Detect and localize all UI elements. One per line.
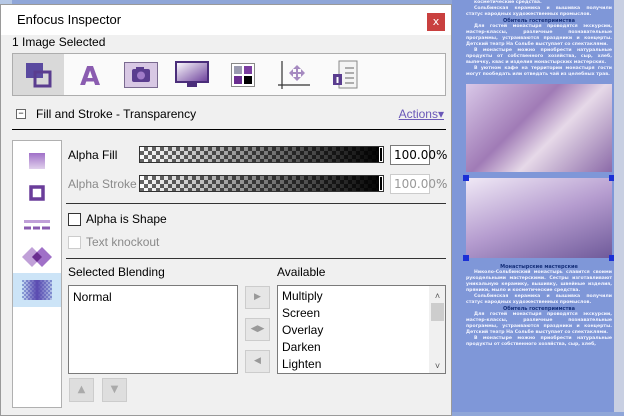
list-item[interactable]: Multiply — [278, 288, 445, 305]
info-tab[interactable] — [319, 54, 370, 95]
alpha-is-shape-checkbox[interactable] — [68, 213, 81, 226]
transparency-icon — [22, 280, 52, 300]
list-item[interactable]: Screen — [278, 305, 445, 322]
percent-unit: % — [436, 148, 448, 162]
list-item[interactable]: Overlay — [278, 322, 445, 339]
list-item[interactable]: Lighten — [278, 356, 445, 373]
slider-thumb[interactable] — [379, 176, 383, 191]
subcategory-list — [12, 140, 62, 408]
text-tab[interactable]: A — [64, 54, 115, 95]
stroke-icon — [29, 185, 45, 201]
fill-stroke-tab[interactable] — [13, 54, 64, 95]
page-text: Для гостей монастыря проводятся экскурси… — [466, 312, 612, 335]
text-icon: A — [80, 62, 100, 89]
fill-icon — [29, 153, 45, 169]
text-knockout-label: Text knockout — [86, 235, 160, 249]
alpha-stroke-label: Alpha Stroke — [68, 177, 137, 191]
overprint-icon — [22, 247, 52, 267]
alpha-is-shape-label: Alpha is Shape — [86, 212, 167, 226]
alpha-stroke-slider[interactable] — [139, 175, 384, 192]
inspector-toolbar: A — [12, 53, 446, 96]
page-text: Для гостей монастыря проводятся экскурси… — [466, 24, 612, 47]
remove-blend-button[interactable]: ◀ — [245, 350, 270, 373]
position-tab[interactable] — [268, 54, 319, 95]
page-text: Сольбинская керамика и вышивка получили … — [466, 6, 612, 17]
selection-handle[interactable] — [463, 255, 469, 261]
available-blending-list[interactable]: Multiply Screen Overlay Darken Lighten ˄… — [277, 285, 446, 374]
add-blend-button[interactable]: ▶ — [245, 286, 270, 309]
overprint-item[interactable] — [13, 241, 61, 273]
dialog-title: Enfocus Inspector — [17, 12, 122, 27]
list-item[interactable]: Darken — [278, 339, 445, 356]
image-tab[interactable] — [115, 54, 166, 95]
actions-menu[interactable]: Actions▾ — [399, 107, 444, 121]
alpha-fill-input[interactable]: 100.00 — [390, 145, 436, 165]
page-text: В уютном кафе на территории монастыря го… — [466, 66, 612, 77]
selection-handle[interactable] — [463, 175, 469, 181]
ceramics-photo[interactable] — [466, 84, 612, 172]
dash-item[interactable] — [13, 209, 61, 241]
document-page: косметические средства. Сольбинская кера… — [452, 0, 624, 412]
move-down-button[interactable]: ▼ — [102, 378, 127, 402]
selected-blending-label: Selected Blending — [68, 265, 165, 279]
alpha-fill-slider[interactable] — [139, 146, 384, 163]
scroll-thumb[interactable] — [431, 303, 444, 321]
stroke-item[interactable] — [13, 177, 61, 209]
section-header: − Fill and Stroke - Transparency Actions… — [12, 105, 446, 125]
close-button[interactable]: x — [427, 13, 445, 31]
text-knockout-checkbox[interactable] — [68, 236, 81, 249]
percent-unit: % — [436, 177, 448, 191]
transparency-item[interactable] — [13, 273, 61, 307]
output-tab[interactable] — [166, 54, 217, 95]
title-bar[interactable]: Enfocus Inspector x — [1, 5, 451, 35]
color-swatches-icon — [230, 62, 255, 87]
selected-workshop-photo[interactable] — [463, 175, 615, 261]
scrollbar[interactable]: ˄ ˅ — [429, 286, 445, 373]
page-text: В монастыре можно приобрести натуральные… — [466, 48, 612, 65]
position-icon — [277, 60, 310, 89]
page-edge — [614, 0, 624, 412]
move-up-button[interactable]: ▲ — [69, 378, 94, 402]
alpha-fill-label: Alpha Fill — [68, 148, 118, 162]
color-tab[interactable] — [217, 54, 268, 95]
fill-item[interactable] — [13, 145, 61, 177]
page-text: Николо-Сольбинский монастырь славится св… — [466, 270, 612, 293]
selected-blending-list[interactable]: Normal — [68, 285, 238, 374]
section-title: Fill and Stroke - Transparency — [36, 107, 197, 121]
slider-thumb[interactable] — [379, 147, 383, 162]
monitor-icon — [174, 60, 209, 87]
page-text: Сольбинская керамика и вышивка получили … — [466, 294, 612, 305]
page-text: В монастыре можно приобрести натуральные… — [466, 336, 612, 347]
selection-info: 1 Image Selected — [12, 35, 106, 49]
info-list-icon — [332, 60, 357, 88]
svg-text:A: A — [80, 62, 100, 89]
dash-icon — [24, 220, 50, 230]
camera-icon — [123, 61, 158, 88]
list-item[interactable]: Normal — [69, 289, 237, 306]
fill-stroke-icon — [25, 62, 51, 87]
available-label: Available — [277, 265, 326, 279]
divider — [66, 203, 446, 204]
scroll-down-icon[interactable]: ˅ — [431, 358, 444, 375]
swap-blend-button[interactable]: ◀▶ — [245, 318, 270, 341]
divider — [66, 258, 446, 259]
alpha-stroke-input[interactable]: 100.00 — [390, 174, 436, 194]
collapse-toggle[interactable]: − — [16, 109, 26, 119]
divider — [12, 129, 446, 130]
